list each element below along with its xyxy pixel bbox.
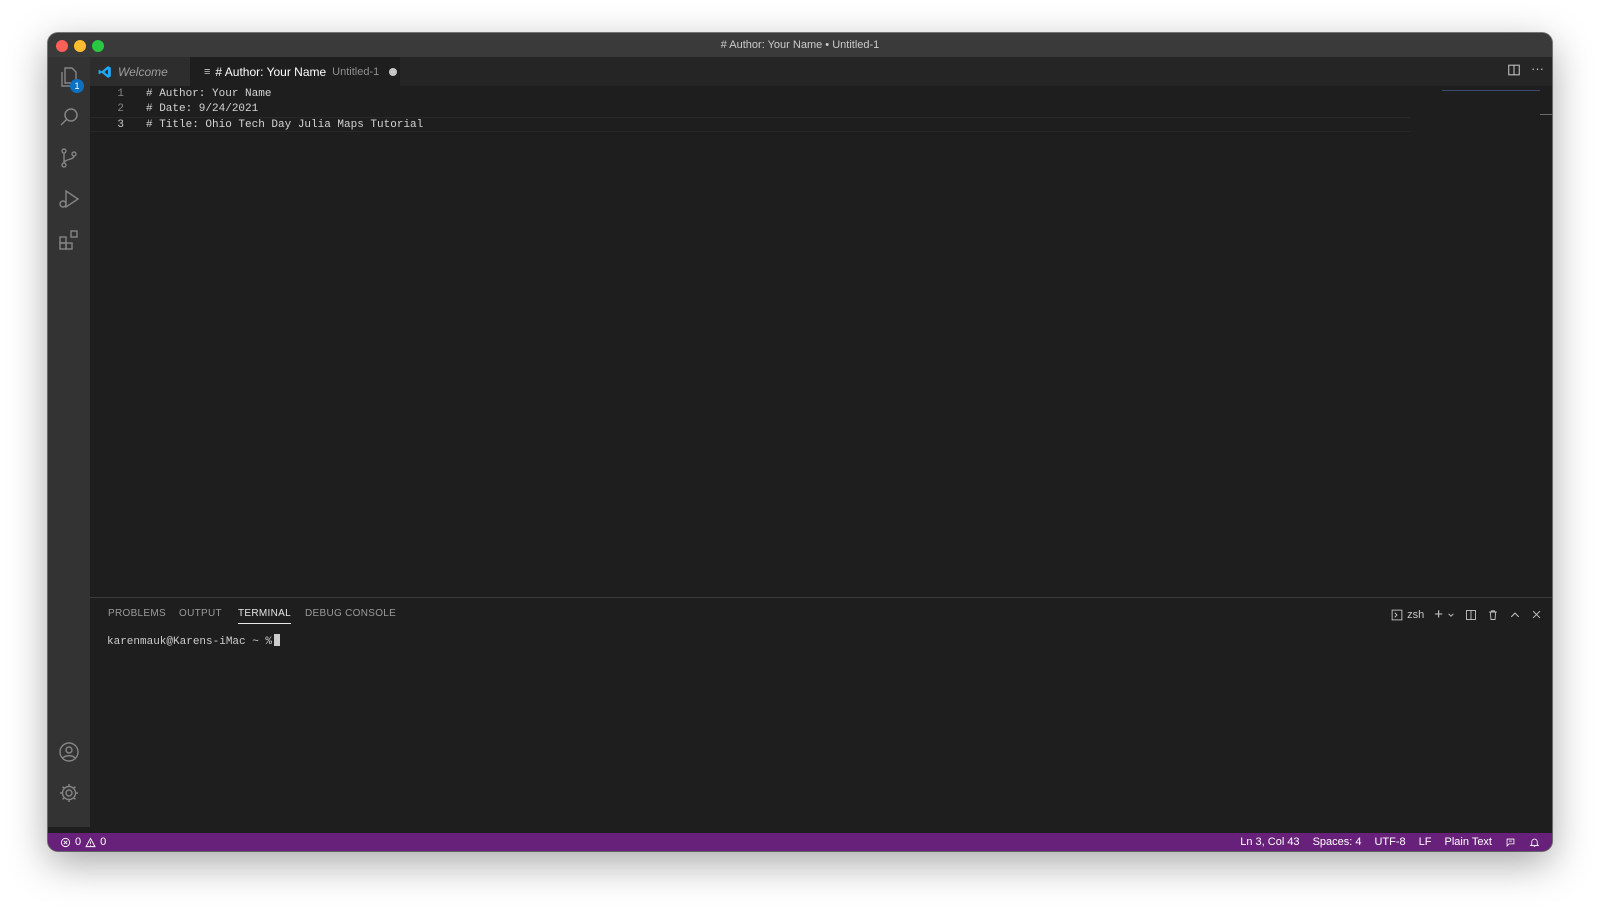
code-editor[interactable]: 1 # Author: Your Name 2 # Date: 9/24/202…	[90, 86, 1552, 597]
run-debug-icon	[59, 189, 80, 209]
explorer-button[interactable]: 1	[48, 57, 90, 97]
feedback-icon[interactable]	[1505, 837, 1516, 848]
notifications-bell-icon[interactable]	[1529, 837, 1540, 848]
more-actions-icon[interactable]: ···	[1531, 62, 1544, 77]
vscode-window: # Author: Your Name • Untitled-1 1 Welco…	[48, 33, 1552, 851]
run-debug-button[interactable]	[48, 179, 90, 219]
settings-gear-icon	[60, 784, 78, 802]
chevron-down-icon[interactable]	[1447, 611, 1455, 619]
search-button[interactable]	[48, 97, 90, 137]
tab-problems[interactable]: PROBLEMS	[108, 608, 166, 619]
tab-welcome[interactable]: Welcome	[90, 57, 190, 86]
terminal-shell-name: zsh	[1407, 608, 1425, 621]
split-terminal-icon[interactable]	[1465, 609, 1477, 621]
tab-welcome-label: Welcome	[118, 64, 168, 79]
terminal-output[interactable]: karenmauk@Karens-iMac ~ %	[107, 634, 281, 648]
file-encoding[interactable]: UTF-8	[1374, 833, 1405, 851]
explorer-badge: 1	[70, 79, 84, 93]
split-editor-icon[interactable]	[1507, 63, 1521, 77]
close-panel-icon[interactable]	[1531, 609, 1542, 620]
unsaved-dot-icon[interactable]	[389, 67, 398, 76]
status-bar-right: Ln 3, Col 43 Spaces: 4 UTF-8 LF Plain Te…	[1240, 833, 1540, 851]
new-terminal-icon[interactable]: +	[1434, 606, 1443, 623]
warning-icon	[85, 836, 96, 847]
extensions-button[interactable]	[48, 220, 90, 260]
tab-debug-console[interactable]: DEBUG CONSOLE	[305, 608, 396, 619]
search-icon	[60, 108, 78, 126]
error-count: 0	[75, 836, 82, 848]
terminal-icon	[1391, 609, 1403, 620]
tab-terminal[interactable]: TERMINAL	[238, 608, 291, 624]
editor-current-line: 3 # Title: Ohio Tech Day Julia Maps Tuto…	[90, 117, 1410, 132]
editor-line: 1 # Author: Your Name	[90, 87, 1410, 102]
source-control-button[interactable]	[48, 138, 90, 178]
extensions-icon	[59, 230, 78, 250]
title-bar: # Author: Your Name • Untitled-1	[48, 33, 1552, 57]
line-number: 3	[117, 119, 124, 131]
manage-button[interactable]	[48, 773, 90, 813]
warning-count: 0	[100, 836, 107, 848]
error-icon	[60, 837, 71, 847]
tab-output[interactable]: OUTPUT	[179, 608, 222, 619]
line-number: 2	[117, 103, 124, 115]
line-text: # Title: Ohio Tech Day Julia Maps Tutori…	[146, 119, 424, 131]
source-control-icon	[61, 148, 77, 168]
line-text: # Date: 9/24/2021	[146, 103, 259, 115]
indentation[interactable]: Spaces: 4	[1313, 833, 1362, 851]
vscode-logo-icon	[98, 65, 111, 78]
tab-untitled-1-description: Untitled-1	[332, 65, 380, 78]
terminal-actions: zsh +	[1391, 606, 1542, 623]
tab-untitled-1[interactable]: ≡ # Author: Your Name Untitled-1	[190, 57, 400, 86]
language-mode[interactable]: Plain Text	[1445, 833, 1493, 851]
activity-bar: 1	[48, 57, 90, 827]
trash-icon[interactable]	[1487, 609, 1499, 621]
bottom-panel: PROBLEMS OUTPUT TERMINAL DEBUG CONSOLE z…	[90, 597, 1552, 816]
window-title: # Author: Your Name • Untitled-1	[720, 39, 880, 51]
account-icon	[59, 742, 79, 762]
problems-indicator[interactable]: 0 0	[60, 833, 106, 851]
accounts-button[interactable]	[48, 732, 90, 772]
overview-ruler-cursor	[1540, 114, 1552, 115]
line-text: # Author: Your Name	[146, 88, 272, 100]
tab-untitled-1-label: # Author: Your Name	[215, 64, 327, 79]
editor-actions: ···	[1507, 62, 1544, 77]
minimap[interactable]	[1442, 90, 1540, 91]
plain-text-file-icon: ≡	[204, 65, 211, 78]
line-number: 1	[117, 88, 124, 100]
maximize-panel-icon[interactable]	[1509, 609, 1521, 621]
end-of-line[interactable]: LF	[1419, 833, 1432, 851]
terminal-shell-selector[interactable]: zsh	[1391, 609, 1424, 621]
terminal-cursor	[274, 634, 281, 646]
status-bar: 0 0 Ln 3, Col 43 Spaces: 4 UTF-8 LF Plai…	[48, 833, 1552, 851]
cursor-position[interactable]: Ln 3, Col 43	[1240, 833, 1299, 851]
terminal-prompt: karenmauk@Karens-iMac ~ %	[107, 636, 273, 648]
editor-line: 2 # Date: 9/24/2021	[90, 102, 1410, 117]
editor-tabs: Welcome ≡ # Author: Your Name Untitled-1…	[90, 57, 1552, 86]
